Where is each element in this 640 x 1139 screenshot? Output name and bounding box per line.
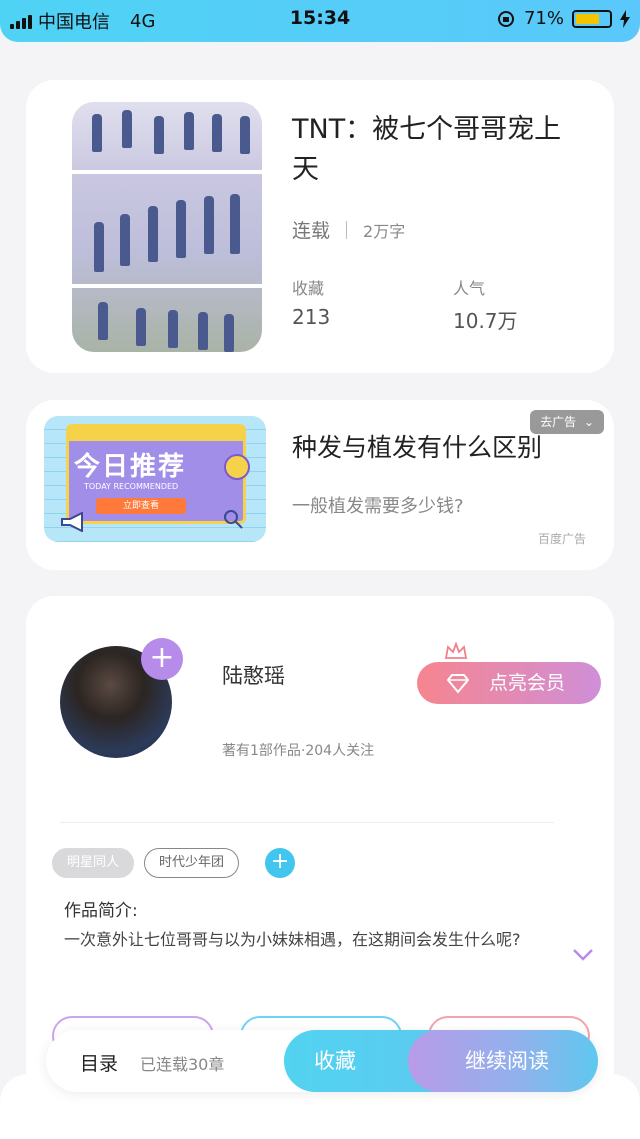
megaphone-icon (61, 512, 83, 532)
book-cover-image[interactable] (72, 102, 262, 352)
divider (60, 822, 554, 823)
status-bar: 中国电信 4G 15:34 71% (0, 0, 640, 42)
add-tag-button[interactable]: + (265, 848, 296, 878)
book-title: TNT：被七个哥哥宠上天 (292, 114, 562, 185)
tag-chip[interactable]: 时代少年团 (144, 848, 240, 878)
book-word-count: 2万字 (363, 221, 406, 241)
author-name[interactable]: 陆憨瑶 (222, 660, 285, 690)
remove-ad-button[interactable]: 去广告 ⌄ (530, 410, 604, 434)
intro-text: 一次意外让七位哥哥与以为小妹妹相遇，在这期间会发生什么呢? (64, 930, 521, 949)
bottom-action-bar: 目录 已连载30章 收藏 继续阅读 (46, 1030, 598, 1092)
ad-description: 一般植发需要多少钱? (292, 496, 464, 517)
ad-title: 种发与植发有什么区别 (292, 433, 542, 462)
book-info-card: TNT：被七个哥哥宠上天 连载 2万字 收藏 213 人气 10.7万 (26, 80, 614, 373)
orientation-lock-icon (497, 10, 514, 27)
continue-reading-button[interactable]: 继续阅读 (408, 1030, 598, 1092)
favorites-value: 213 (292, 305, 331, 329)
intro-label: 作品简介: (64, 901, 138, 921)
remove-ad-label: 去广告 (540, 415, 577, 429)
charging-icon (620, 9, 630, 28)
author-info: 著有1部作品·204人关注 (222, 743, 375, 759)
vip-button-label: 点亮会员 (489, 672, 566, 694)
ad-image[interactable]: 今日推荐 TODAY RECOMMENDED 立即查看 (44, 416, 266, 542)
expand-chevron-icon[interactable] (572, 948, 594, 962)
favorites-stat: 收藏 213 (292, 275, 330, 329)
chevron-down-icon: ⌄ (583, 415, 594, 429)
crown-icon (444, 642, 468, 659)
toc-button[interactable]: 目录 (80, 1049, 118, 1076)
chapter-count: 已连载30章 (140, 1055, 225, 1074)
tag-list: 明星同人 时代少年团 + (52, 848, 296, 878)
favorites-label: 收藏 (292, 279, 325, 298)
ad-card[interactable]: 今日推荐 TODAY RECOMMENDED 立即查看 种发与植发有什么区别 一… (26, 400, 614, 570)
ad-image-subtitle: TODAY RECOMMENDED (84, 482, 179, 491)
planet-icon (224, 454, 250, 480)
book-meta: 连载 2万字 (292, 216, 405, 243)
magnifier-icon (224, 510, 243, 529)
ad-source-label: 百度广告 (537, 532, 586, 546)
tag-chip[interactable]: 明星同人 (52, 848, 135, 878)
popularity-stat: 人气 10.7万 (453, 275, 518, 334)
book-status: 连载 (292, 220, 331, 242)
vip-button[interactable]: 点亮会员 (417, 662, 601, 704)
meta-divider (346, 220, 348, 239)
status-right: 71% (496, 8, 630, 29)
ad-image-button: 立即查看 (96, 498, 186, 514)
follow-plus-button[interactable]: + (141, 638, 183, 680)
diamond-icon (447, 674, 469, 694)
popularity-label: 人气 (453, 279, 486, 298)
battery-percent: 71% (523, 8, 564, 29)
ad-image-headline: 今日推荐 (74, 452, 187, 482)
popularity-value: 10.7万 (453, 309, 518, 333)
battery-icon (572, 9, 612, 28)
